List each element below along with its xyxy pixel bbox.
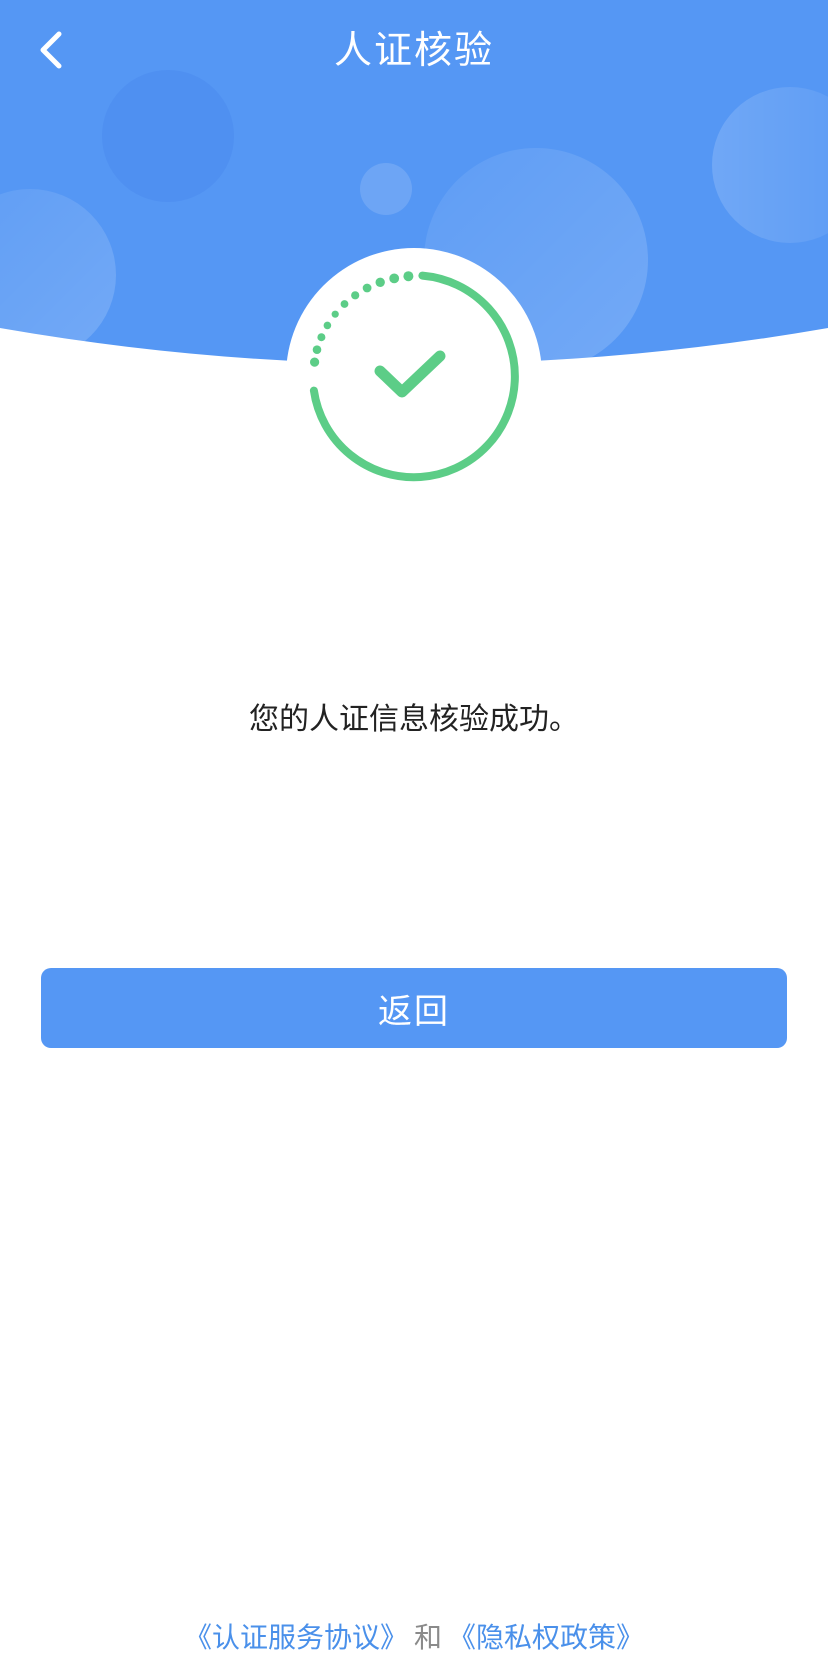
service-agreement-link[interactable]: 《认证服务协议》 [184,1621,408,1654]
return-button[interactable]: 返回 [41,968,787,1048]
bubble-decoration [360,163,412,215]
success-message: 您的人证信息核验成功。 [249,702,579,737]
footer-agreements: 《认证服务协议》和《隐私权政策》 [0,1618,828,1658]
privacy-policy-link[interactable]: 《隐私权政策》 [448,1621,644,1654]
footer-connector: 和 [413,1621,442,1654]
top-nav-bar: 人证核验 [0,0,828,100]
page-title: 人证核验 [333,28,494,72]
check-circle-icon [286,248,542,504]
